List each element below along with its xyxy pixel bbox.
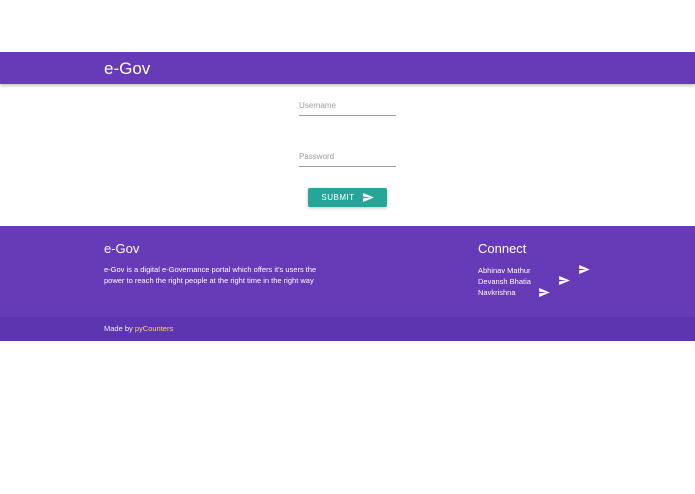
page-footer: e-Gov e-Gov is a digital e-Governance po… — [0, 226, 695, 317]
made-by-prefix: Made by — [104, 324, 133, 333]
submit-button-label: Submit — [321, 193, 355, 202]
send-icon[interactable] — [579, 265, 590, 274]
made-by-text: Made by pyCounters — [104, 323, 173, 334]
brand-logo[interactable]: e-Gov — [104, 59, 150, 79]
top-navbar: e-Gov — [0, 52, 695, 84]
footer-title: e-Gov — [104, 241, 140, 256]
send-icon[interactable] — [539, 288, 550, 297]
connect-link-abhinav[interactable]: Abhinav Mathur — [478, 265, 531, 276]
pycounters-link[interactable]: pyCounters — [135, 324, 173, 333]
footer-description: e-Gov is a digital e-Governance portal w… — [104, 265, 317, 285]
password-input[interactable] — [299, 147, 396, 167]
connect-link-devansh[interactable]: Devansh Bhatia — [478, 276, 531, 287]
send-icon — [362, 193, 374, 202]
footer-copyright-bar: Made by pyCounters — [0, 317, 695, 341]
submit-button[interactable]: Submit — [308, 188, 387, 207]
send-icon[interactable] — [559, 276, 570, 285]
connect-title: Connect — [478, 241, 527, 256]
connect-link-navkrishna[interactable]: Navkrishna — [478, 287, 516, 298]
username-input[interactable] — [299, 96, 396, 116]
